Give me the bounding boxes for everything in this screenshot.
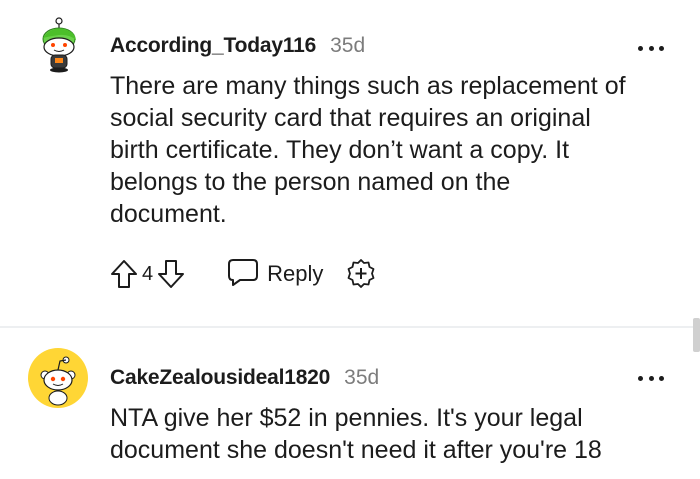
comment-age: 35d	[330, 34, 366, 57]
comment-line: NTA give her $52 in pennies. It's your l…	[110, 404, 583, 432]
comment-line: document she doesn't need it after you'r…	[110, 436, 602, 464]
snoo-default-yellow-avatar-icon[interactable]	[28, 348, 88, 408]
more-options-icon[interactable]	[638, 44, 664, 52]
more-options-icon[interactable]	[638, 374, 664, 382]
comment-line: document.	[110, 200, 227, 228]
comment-actions: 4 Reply	[108, 256, 377, 292]
comment-body: NTA give her $52 in pennies. It's your l…	[110, 402, 680, 466]
comment-line: There are many things such as replacemen…	[110, 72, 626, 100]
username[interactable]: CakeZealousideal1820	[110, 366, 330, 390]
dot	[659, 45, 664, 51]
comment: According_Today116 35d There are many th…	[0, 0, 700, 326]
comment: CakeZealousideal1820 35d NTA give her $5…	[0, 328, 700, 479]
upvote-arrow-icon[interactable]	[108, 257, 140, 291]
downvote-arrow-icon[interactable]	[155, 257, 187, 291]
chat-bubble-icon	[227, 257, 259, 292]
comment-meta: CakeZealousideal1820 35d	[110, 366, 379, 390]
comment-age: 35d	[344, 366, 380, 389]
reply-button[interactable]: Reply	[227, 257, 323, 292]
award-plus-icon[interactable]	[345, 257, 377, 291]
username[interactable]: According_Today116	[110, 34, 316, 58]
dot	[659, 375, 664, 381]
comment-line: social security card that requires an or…	[110, 104, 591, 132]
reply-label: Reply	[267, 261, 324, 286]
dot	[638, 45, 643, 51]
dot	[638, 375, 643, 381]
dot	[648, 375, 654, 381]
vote-count: 4	[142, 262, 154, 285]
comment-meta: According_Today116 35d	[110, 34, 365, 58]
comment-line: belongs to the person named on the	[110, 168, 511, 196]
comment-body: There are many things such as replacemen…	[110, 70, 680, 230]
snoo-green-hair-avatar-icon[interactable]	[29, 14, 89, 74]
dot	[648, 45, 654, 51]
comment-line: birth certificate. They don’t want a cop…	[110, 136, 570, 164]
